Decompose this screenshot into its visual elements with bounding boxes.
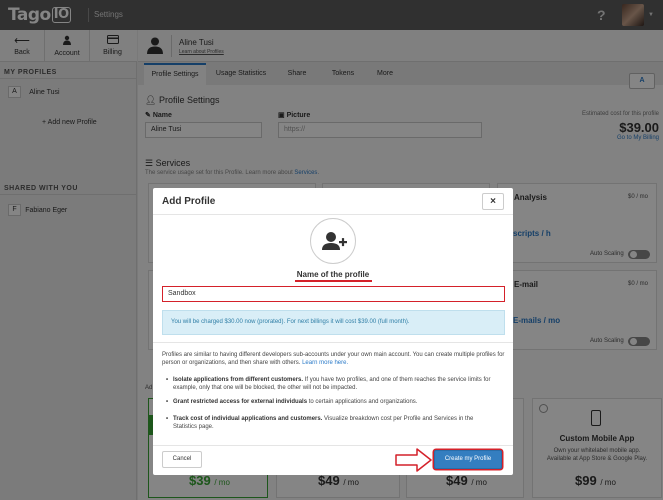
bullet-item: Isolate applications from different cust… xyxy=(166,376,498,392)
modal-header: Add Profile × xyxy=(153,188,513,215)
profile-name-label: Name of the profile xyxy=(296,270,370,279)
bullet-item: Track cost of individual applications an… xyxy=(166,415,498,431)
add-user-icon-button[interactable] xyxy=(310,218,356,264)
profiles-description: Profiles are similar to having different… xyxy=(162,352,505,366)
close-button[interactable]: × xyxy=(482,193,504,210)
add-user-icon xyxy=(322,232,347,250)
annotation-arrow-icon xyxy=(395,448,432,472)
profile-name-input[interactable]: Sandbox xyxy=(162,286,505,302)
add-profile-modal: Add Profile × Name of the profile Sandbo… xyxy=(153,188,513,475)
learn-more-link[interactable]: Learn more here. xyxy=(302,360,348,366)
close-icon: × xyxy=(490,196,496,207)
create-profile-button[interactable]: Create my Profile xyxy=(434,450,502,469)
cancel-button[interactable]: Cancel xyxy=(162,451,202,468)
bullet-item: Grant restricted access for external ind… xyxy=(166,398,498,406)
annotation-underline xyxy=(295,280,372,282)
charge-info-alert: You will be charged $30.00 now (prorated… xyxy=(162,310,505,335)
divider xyxy=(153,445,513,446)
divider xyxy=(153,342,513,343)
modal-title: Add Profile xyxy=(162,196,216,207)
